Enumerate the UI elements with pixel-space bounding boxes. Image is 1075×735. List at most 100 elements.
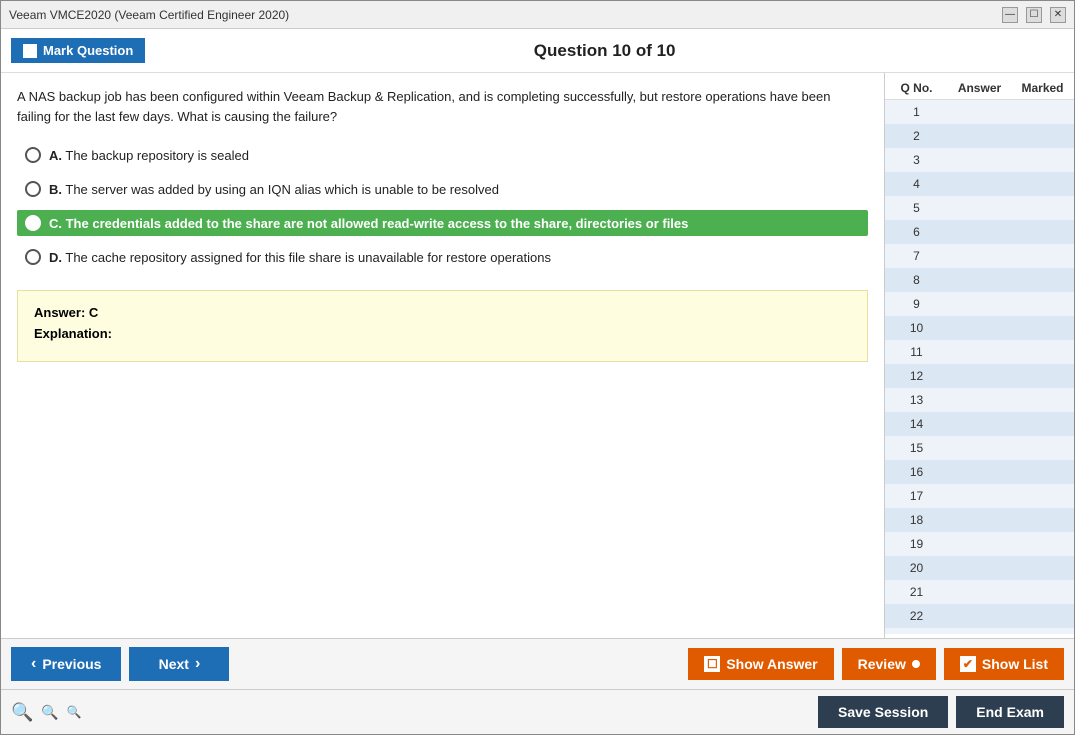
q-marked xyxy=(1011,174,1074,194)
q-answer xyxy=(948,270,1011,290)
radio-b xyxy=(25,181,41,197)
zoom-out-button[interactable]: 🔍 xyxy=(67,705,82,719)
table-row[interactable]: 9 xyxy=(885,292,1074,316)
q-answer xyxy=(948,198,1011,218)
q-answer xyxy=(948,342,1011,362)
minimize-button[interactable]: — xyxy=(1002,7,1018,23)
table-row[interactable]: 12 xyxy=(885,364,1074,388)
radio-d xyxy=(25,249,41,265)
previous-button[interactable]: ‹ Previous xyxy=(11,647,121,681)
q-marked xyxy=(1011,486,1074,506)
q-marked xyxy=(1011,270,1074,290)
bottom-bar: ‹ Previous Next › ☐ Show Answer Review ✔… xyxy=(1,638,1074,689)
toolbar: Mark Question Question 10 of 10 xyxy=(1,29,1074,73)
right-panel: Q No. Answer Marked 1 2 3 4 5 6 xyxy=(884,73,1074,638)
table-row[interactable]: 17 xyxy=(885,484,1074,508)
question-title: Question 10 of 10 xyxy=(145,41,1064,61)
q-num: 18 xyxy=(885,510,948,530)
table-row[interactable]: 5 xyxy=(885,196,1074,220)
table-row[interactable]: 11 xyxy=(885,340,1074,364)
table-row[interactable]: 7 xyxy=(885,244,1074,268)
q-answer xyxy=(948,174,1011,194)
col-marked: Marked xyxy=(1011,81,1074,95)
table-row[interactable]: 3 xyxy=(885,148,1074,172)
q-marked xyxy=(1011,102,1074,122)
window-controls: — ☐ ✕ xyxy=(1002,7,1066,23)
mark-icon xyxy=(23,44,37,58)
next-arrow-icon: › xyxy=(195,655,200,673)
q-num: 21 xyxy=(885,582,948,602)
option-c[interactable]: C. The credentials added to the share ar… xyxy=(17,210,868,236)
mark-button-label: Mark Question xyxy=(43,43,133,58)
table-row[interactable]: 13 xyxy=(885,388,1074,412)
q-num: 11 xyxy=(885,342,948,362)
table-row[interactable]: 18 xyxy=(885,508,1074,532)
radio-a xyxy=(25,147,41,163)
option-b-text: B. The server was added by using an IQN … xyxy=(49,182,499,197)
q-marked xyxy=(1011,246,1074,266)
table-row[interactable]: 19 xyxy=(885,532,1074,556)
q-num: 20 xyxy=(885,558,948,578)
option-b[interactable]: B. The server was added by using an IQN … xyxy=(17,176,868,202)
q-marked xyxy=(1011,342,1074,362)
option-d[interactable]: D. The cache repository assigned for thi… xyxy=(17,244,868,270)
options-list: A. The backup repository is sealed B. Th… xyxy=(17,142,868,270)
zoom-reset-button[interactable]: 🔍 xyxy=(41,704,58,721)
table-row[interactable]: 6 xyxy=(885,220,1074,244)
q-marked xyxy=(1011,534,1074,554)
q-num: 7 xyxy=(885,246,948,266)
close-button[interactable]: ✕ xyxy=(1050,7,1066,23)
end-exam-label: End Exam xyxy=(976,704,1044,720)
q-answer xyxy=(948,318,1011,338)
show-list-label: Show List xyxy=(982,656,1048,672)
app-window: Veeam VMCE2020 (Veeam Certified Engineer… xyxy=(0,0,1075,735)
review-button[interactable]: Review xyxy=(842,648,936,680)
q-marked xyxy=(1011,438,1074,458)
q-answer xyxy=(948,510,1011,530)
right-panel-header: Q No. Answer Marked xyxy=(885,77,1074,100)
save-session-button[interactable]: Save Session xyxy=(818,696,948,728)
q-num: 17 xyxy=(885,486,948,506)
q-answer xyxy=(948,534,1011,554)
table-row[interactable]: 14 xyxy=(885,412,1074,436)
table-row[interactable]: 2 xyxy=(885,124,1074,148)
main-area: A NAS backup job has been configured wit… xyxy=(1,73,1074,638)
show-answer-button[interactable]: ☐ Show Answer xyxy=(688,648,833,680)
question-text: A NAS backup job has been configured wit… xyxy=(17,87,868,126)
q-num: 5 xyxy=(885,198,948,218)
end-exam-button[interactable]: End Exam xyxy=(956,696,1064,728)
table-row[interactable]: 1 xyxy=(885,100,1074,124)
question-list[interactable]: 1 2 3 4 5 6 7 8 xyxy=(885,100,1074,634)
option-d-text: D. The cache repository assigned for thi… xyxy=(49,250,551,265)
q-answer xyxy=(948,390,1011,410)
mark-question-button[interactable]: Mark Question xyxy=(11,38,145,63)
table-row[interactable]: 8 xyxy=(885,268,1074,292)
q-num: 22 xyxy=(885,606,948,626)
zoom-in-button[interactable]: 🔍 xyxy=(11,702,33,723)
q-num: 3 xyxy=(885,150,948,170)
table-row[interactable]: 23 xyxy=(885,628,1074,634)
table-row[interactable]: 16 xyxy=(885,460,1074,484)
table-row[interactable]: 4 xyxy=(885,172,1074,196)
table-row[interactable]: 10 xyxy=(885,316,1074,340)
q-num: 14 xyxy=(885,414,948,434)
table-row[interactable]: 22 xyxy=(885,604,1074,628)
maximize-button[interactable]: ☐ xyxy=(1026,7,1042,23)
q-marked xyxy=(1011,150,1074,170)
q-marked xyxy=(1011,510,1074,530)
table-row[interactable]: 20 xyxy=(885,556,1074,580)
q-marked xyxy=(1011,390,1074,410)
q-answer xyxy=(948,462,1011,482)
q-answer xyxy=(948,294,1011,314)
table-row[interactable]: 15 xyxy=(885,436,1074,460)
review-dot-icon xyxy=(912,660,920,668)
show-list-button[interactable]: ✔ Show List xyxy=(944,648,1064,680)
q-num: 15 xyxy=(885,438,948,458)
col-qno: Q No. xyxy=(885,81,948,95)
option-a[interactable]: A. The backup repository is sealed xyxy=(17,142,868,168)
q-answer xyxy=(948,438,1011,458)
show-answer-icon: ☐ xyxy=(704,656,720,672)
table-row[interactable]: 21 xyxy=(885,580,1074,604)
next-button[interactable]: Next › xyxy=(129,647,229,681)
q-answer xyxy=(948,606,1011,626)
